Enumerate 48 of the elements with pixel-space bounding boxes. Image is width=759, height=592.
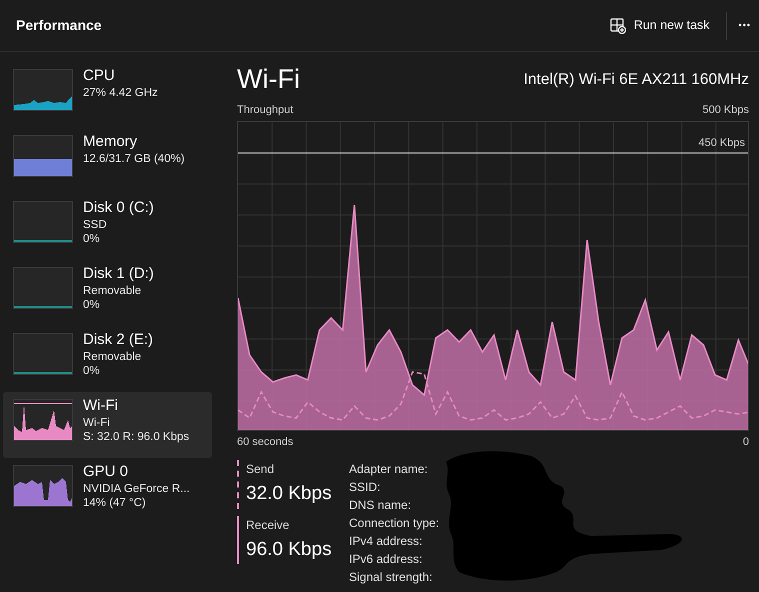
item-detail: Wi-Fi xyxy=(83,416,111,430)
item-detail: Removable xyxy=(83,350,142,364)
item-detail: 0% xyxy=(83,298,101,312)
item-detail: NVIDIA GeForce R... xyxy=(83,482,190,496)
item-name: GPU 0 xyxy=(83,463,130,482)
item-detail: 0% xyxy=(83,364,101,378)
more-button[interactable]: ••• xyxy=(738,10,759,42)
page-title: Performance xyxy=(16,16,102,35)
sidebar-item[interactable]: Disk 2 (E:) Removable 0% xyxy=(3,326,212,392)
property-label: Connection type: xyxy=(349,515,440,532)
item-name: Disk 0 (C:) xyxy=(83,199,154,218)
stat-label: Receive xyxy=(246,516,290,534)
sidebar-item[interactable]: Disk 0 (C:) SSD 0% xyxy=(3,194,212,260)
sidebar-item[interactable]: Disk 1 (D:) Removable 0% xyxy=(3,260,212,326)
item-detail: 0% xyxy=(83,232,101,246)
property-label: SSID: xyxy=(349,479,382,496)
sidebar-item[interactable]: Wi-Fi Wi-Fi S: 32.0 R: 96.0 Kbps xyxy=(3,392,212,458)
item-name: Disk 2 (E:) xyxy=(83,331,154,350)
stat-value: 96.0 Kbps xyxy=(246,538,333,562)
item-name: CPU xyxy=(83,67,116,86)
new-task-icon xyxy=(610,18,626,34)
property-label: IPv4 address: xyxy=(349,533,424,550)
stat-value: 32.0 Kbps xyxy=(246,482,333,506)
adapter-name: Intel(R) Wi-Fi 6E AX211 160MHz xyxy=(524,70,749,90)
item-name: Wi-Fi xyxy=(83,397,119,416)
sidebar-item[interactable]: CPU 27% 4.42 GHz xyxy=(3,62,212,128)
item-detail: Removable xyxy=(83,284,142,298)
run-new-task-button[interactable]: Run new task xyxy=(606,10,714,42)
item-name: Disk 1 (D:) xyxy=(83,265,154,284)
item-detail: 27% 4.42 GHz xyxy=(83,86,158,100)
stat-label: Send xyxy=(246,461,276,478)
sidebar-item[interactable]: Memory 12.6/31.7 GB (40%) xyxy=(3,128,212,194)
property-label: Adapter name: xyxy=(349,461,429,478)
item-name: Memory xyxy=(83,133,138,152)
item-detail: 14% (47 °C) xyxy=(83,496,147,510)
time-axis-end: 0 xyxy=(742,434,749,450)
item-detail: SSD xyxy=(83,218,108,232)
graph-label: Throughput xyxy=(237,103,294,118)
sidebar-item[interactable]: GPU 0 NVIDIA GeForce R... 14% (47 °C) xyxy=(3,458,212,524)
property-label: IPv6 address: xyxy=(349,551,424,568)
property-label: DNS name: xyxy=(349,497,412,514)
property-label: Signal strength: xyxy=(349,569,434,586)
scale-label: 450 Kbps xyxy=(698,136,745,150)
detail-title: Wi-Fi xyxy=(237,66,300,93)
item-detail: S: 32.0 R: 96.0 Kbps xyxy=(83,430,190,444)
time-axis-start: 60 seconds xyxy=(237,434,294,450)
max-label: 500 Kbps xyxy=(702,103,749,118)
item-detail: 12.6/31.7 GB (40%) xyxy=(83,152,185,166)
